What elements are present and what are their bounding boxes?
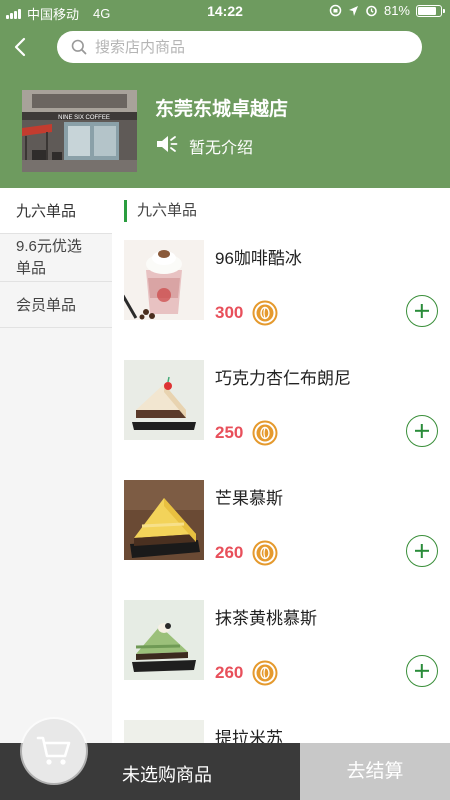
lock-rotation-icon xyxy=(329,4,342,17)
battery-percent: 81% xyxy=(383,3,410,18)
cart-icon xyxy=(36,736,71,765)
store-description: 暂无介绍 xyxy=(189,140,254,157)
alarm-icon xyxy=(366,5,377,17)
product-name: 96咖啡酷冰 xyxy=(215,249,302,268)
location-icon xyxy=(348,5,358,16)
product-name: 提拉米苏 xyxy=(215,729,283,743)
product-image xyxy=(124,600,204,680)
product-price: 300 xyxy=(215,303,244,322)
category-sidebar: 九六单品 9.6元优选单品 会员单品 xyxy=(0,188,112,800)
cart-button[interactable] xyxy=(22,719,86,783)
sidebar-item-96-youxuan[interactable]: 9.6元优选单品 xyxy=(0,234,112,282)
battery-fill xyxy=(418,6,436,15)
search-icon xyxy=(71,39,87,55)
product-name: 芒果慕斯 xyxy=(215,489,283,508)
category-title: 九六单品 xyxy=(124,200,197,222)
status-bar: 中国移动 4G 14:22 81% xyxy=(0,0,450,24)
product-image xyxy=(124,480,204,560)
sidebar-item-jiuliu[interactable]: 九六单品 xyxy=(0,188,112,234)
product-image xyxy=(124,240,204,320)
coffee-bean-coin-icon xyxy=(252,540,278,566)
cart-status-label: 未选购商品 xyxy=(122,765,212,785)
product-name: 巧克力杏仁布朗尼 xyxy=(215,369,351,388)
add-to-cart-button[interactable] xyxy=(406,295,438,327)
search-bar[interactable] xyxy=(57,31,422,63)
checkout-button[interactable]: 去结算 xyxy=(300,743,450,800)
product-item[interactable]: 巧克力杏仁布朗尼 250 xyxy=(112,360,450,480)
product-list: 九六单品 96咖啡酷冰 300 巧克力杏仁布朗尼 250 芒果慕斯 260 抹茶… xyxy=(112,188,450,743)
back-icon[interactable] xyxy=(8,34,34,60)
battery-icon xyxy=(416,4,445,17)
coffee-bean-coin-icon xyxy=(252,660,278,686)
product-item[interactable]: 96咖啡酷冰 300 xyxy=(112,240,450,360)
product-item[interactable]: 提拉米苏 xyxy=(112,720,450,743)
sidebar-item-label: 9.6元优选单品 xyxy=(16,237,82,277)
coffee-bean-coin-icon xyxy=(252,300,278,326)
product-item[interactable]: 芒果慕斯 260 xyxy=(112,480,450,600)
add-to-cart-button[interactable] xyxy=(406,655,438,687)
store-header: 中国移动 4G 14:22 81% 搜索店内商品 NINE SIX COFFEE… xyxy=(0,0,450,188)
product-price: 260 xyxy=(215,543,244,562)
search-input[interactable] xyxy=(95,38,395,56)
store-name: 东莞东城卓越店 xyxy=(155,99,289,120)
sidebar-item-label: 会员单品 xyxy=(16,297,77,314)
product-item[interactable]: 抹茶黄桃慕斯 260 xyxy=(112,600,450,720)
status-right: 81% xyxy=(329,3,445,18)
sidebar-item-label: 九六单品 xyxy=(16,203,77,220)
product-price: 250 xyxy=(215,423,244,442)
product-name: 抹茶黄桃慕斯 xyxy=(215,609,317,628)
product-image xyxy=(124,360,204,440)
speaker-icon xyxy=(157,136,178,152)
product-price: 260 xyxy=(215,663,244,682)
sidebar-item-member[interactable]: 会员单品 xyxy=(0,282,112,328)
add-to-cart-button[interactable] xyxy=(406,535,438,567)
store-photo: NINE SIX COFFEE xyxy=(22,90,137,172)
product-image xyxy=(124,720,204,743)
coffee-bean-coin-icon xyxy=(252,420,278,446)
add-to-cart-button[interactable] xyxy=(406,415,438,447)
